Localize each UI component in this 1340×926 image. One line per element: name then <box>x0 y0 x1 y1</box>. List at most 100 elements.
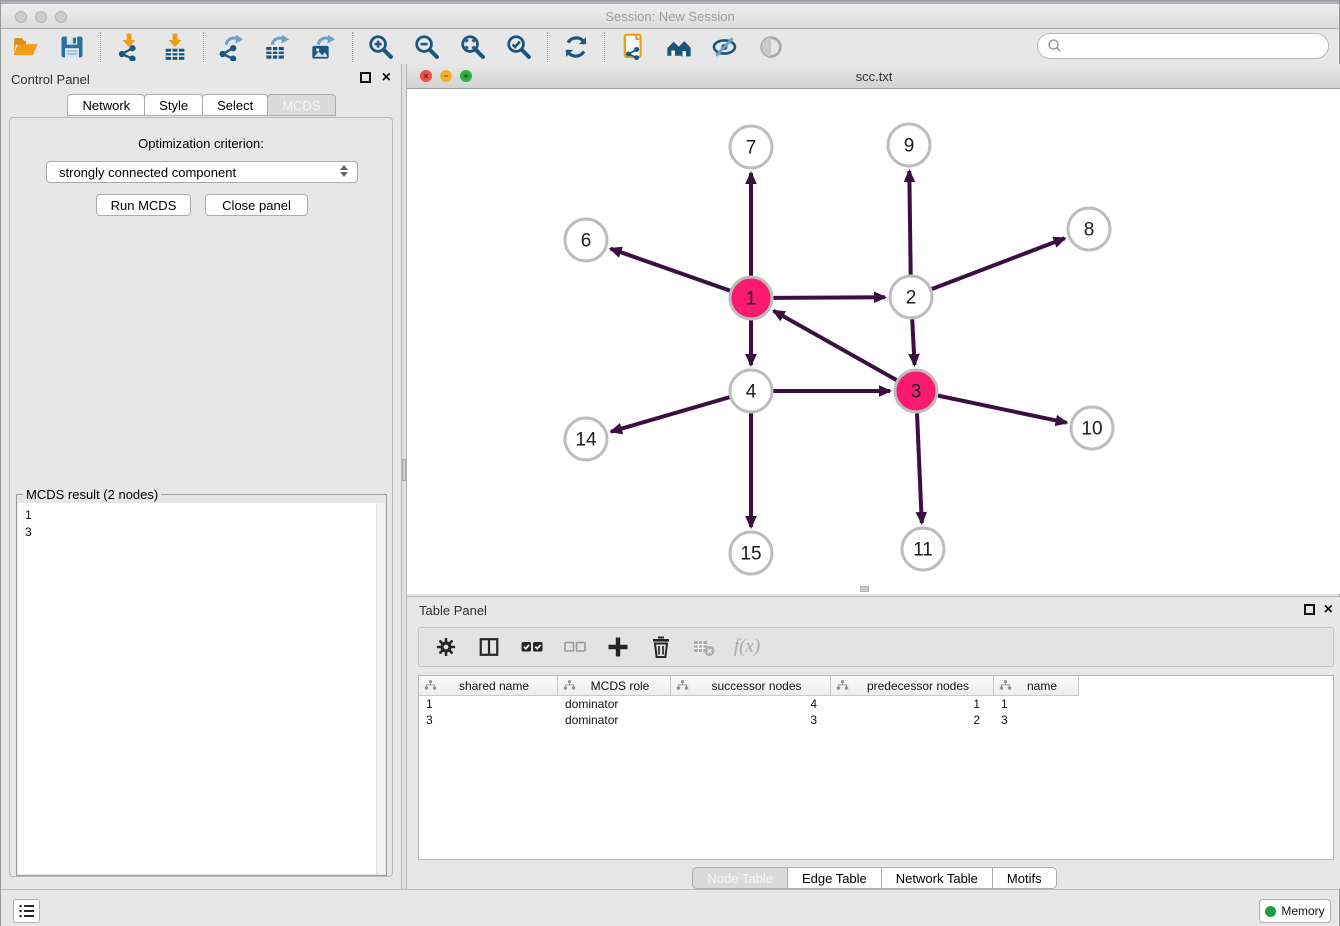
mcds-result-lines: 13 <box>18 503 385 541</box>
column-header-name[interactable]: name <box>994 676 1079 696</box>
column-header-successor-nodes[interactable]: successor nodes <box>671 676 831 696</box>
node-2[interactable]: 2 <box>890 276 932 318</box>
table-cell: 3 <box>671 712 831 728</box>
node-8[interactable]: 8 <box>1068 208 1110 250</box>
node-14[interactable]: 14 <box>565 418 607 460</box>
tab-select[interactable]: Select <box>202 94 268 116</box>
node-10[interactable]: 10 <box>1071 407 1113 449</box>
column-header-MCDS-role[interactable]: MCDS role <box>558 676 671 696</box>
refresh-view-icon[interactable] <box>561 32 591 62</box>
edge-3-10[interactable] <box>938 396 1067 423</box>
toolbar-separator <box>203 32 204 62</box>
toolbar-group <box>114 32 190 62</box>
node-label: 7 <box>746 138 757 159</box>
node-6[interactable]: 6 <box>565 219 607 261</box>
toolbar-group <box>366 32 534 62</box>
save-session-icon[interactable] <box>57 32 87 62</box>
import-table-icon[interactable] <box>160 32 190 62</box>
split-view-icon[interactable] <box>476 634 502 660</box>
table-settings-icon[interactable] <box>433 634 459 660</box>
node-11[interactable]: 11 <box>902 528 944 570</box>
table-body: 1dominator4113dominator323 <box>419 696 1333 728</box>
tab-edge-table[interactable]: Edge Table <box>787 867 882 889</box>
edge-3-11[interactable] <box>917 413 922 523</box>
add-row-icon[interactable] <box>605 634 631 660</box>
tab-network[interactable]: Network <box>67 94 145 116</box>
edge-1-2[interactable] <box>773 297 885 298</box>
run-mcds-button[interactable]: Run MCDS <box>96 194 191 216</box>
control-panel-close-icon[interactable]: × <box>382 72 391 83</box>
table-cell: dominator <box>558 712 671 728</box>
tab-mcds[interactable]: MCDS <box>267 94 335 116</box>
criterion-select[interactable]: strongly connected component <box>46 161 358 183</box>
zoom-fit-icon[interactable] <box>458 32 488 62</box>
delete-table-icon <box>691 634 717 660</box>
import-network-icon[interactable] <box>114 32 144 62</box>
edge-2-3[interactable] <box>912 319 914 365</box>
tab-motifs[interactable]: Motifs <box>992 867 1057 889</box>
node-3[interactable]: 3 <box>895 370 937 412</box>
edge-4-14[interactable] <box>611 397 730 432</box>
edge-2-8[interactable] <box>932 238 1065 289</box>
close-panel-button[interactable]: Close panel <box>205 194 308 216</box>
table-row[interactable]: 3dominator323 <box>419 712 1333 728</box>
memory-button[interactable]: Memory <box>1259 899 1331 923</box>
node-label: 2 <box>906 288 917 309</box>
control-panel-tabs: NetworkStyleSelectMCDS <box>1 94 401 116</box>
node-7[interactable]: 7 <box>730 126 772 168</box>
export-image-icon[interactable] <box>309 32 339 62</box>
network-window-titlebar: × − + scc.txt <box>407 64 1340 89</box>
unselect-all-icon[interactable] <box>562 634 588 660</box>
select-all-icon[interactable] <box>519 634 545 660</box>
zoom-in-icon[interactable] <box>366 32 396 62</box>
column-header-predecessor-nodes[interactable]: predecessor nodes <box>831 676 994 696</box>
network-graph: 1 2 3 4 6 7 8 9 10 11 14 15 <box>407 89 1340 594</box>
attribute-icon <box>676 679 689 692</box>
toolbar-separator <box>604 32 605 62</box>
network-canvas[interactable]: 1 2 3 4 6 7 8 9 10 11 14 15 <box>407 89 1340 594</box>
show-panels-button[interactable] <box>13 899 40 923</box>
splitter-handle[interactable] <box>402 459 406 481</box>
export-network-icon[interactable] <box>217 32 247 62</box>
node-15[interactable]: 15 <box>730 532 772 574</box>
edge-2-9[interactable] <box>909 171 910 275</box>
memory-status-icon <box>1265 906 1276 917</box>
node-9[interactable]: 9 <box>888 124 930 166</box>
node-label: 3 <box>911 382 922 403</box>
node-1[interactable]: 1 <box>730 277 772 319</box>
zoom-selected-icon[interactable] <box>504 32 534 62</box>
home-icon[interactable] <box>664 32 694 62</box>
attribute-icon <box>836 679 849 692</box>
control-panel-title: Control Panel <box>11 72 90 87</box>
export-table-icon[interactable] <box>263 32 293 62</box>
hide-graphics-details-icon[interactable] <box>710 32 740 62</box>
node-4[interactable]: 4 <box>730 370 772 412</box>
attribute-icon <box>999 679 1012 692</box>
show-graphics-details-icon[interactable] <box>756 32 786 62</box>
mcds-result-textarea[interactable]: 13 <box>18 503 385 874</box>
table-panel-float-icon[interactable] <box>1304 604 1315 615</box>
app-title: Session: New Session <box>1 9 1339 24</box>
clone-network-icon[interactable] <box>618 32 648 62</box>
delete-row-icon[interactable] <box>648 634 674 660</box>
mcds-result-groupbox: MCDS result (2 nodes) 13 <box>16 494 387 876</box>
edge-3-1[interactable] <box>774 311 897 380</box>
canvas-resize-handle[interactable] <box>860 586 869 592</box>
tab-network-table[interactable]: Network Table <box>881 867 993 889</box>
tab-style[interactable]: Style <box>144 94 203 116</box>
search-box[interactable] <box>1037 33 1329 59</box>
zoom-out-icon[interactable] <box>412 32 442 62</box>
attribute-icon <box>563 679 576 692</box>
result-scrollbar[interactable] <box>376 503 385 874</box>
tab-node-table[interactable]: Node Table <box>692 867 788 889</box>
control-panel-float-icon[interactable] <box>360 72 371 83</box>
open-file-icon[interactable] <box>11 32 41 62</box>
search-input[interactable] <box>1064 36 1328 56</box>
mcds-result-title: MCDS result (2 nodes) <box>23 487 161 502</box>
node-label: 8 <box>1084 220 1095 241</box>
table-panel-close-icon[interactable]: × <box>1324 604 1333 615</box>
column-header-shared-name[interactable]: shared name <box>419 676 558 696</box>
edge-1-6[interactable] <box>611 249 731 291</box>
control-panel-header: Control Panel × <box>1 64 401 94</box>
table-row[interactable]: 1dominator411 <box>419 696 1333 712</box>
